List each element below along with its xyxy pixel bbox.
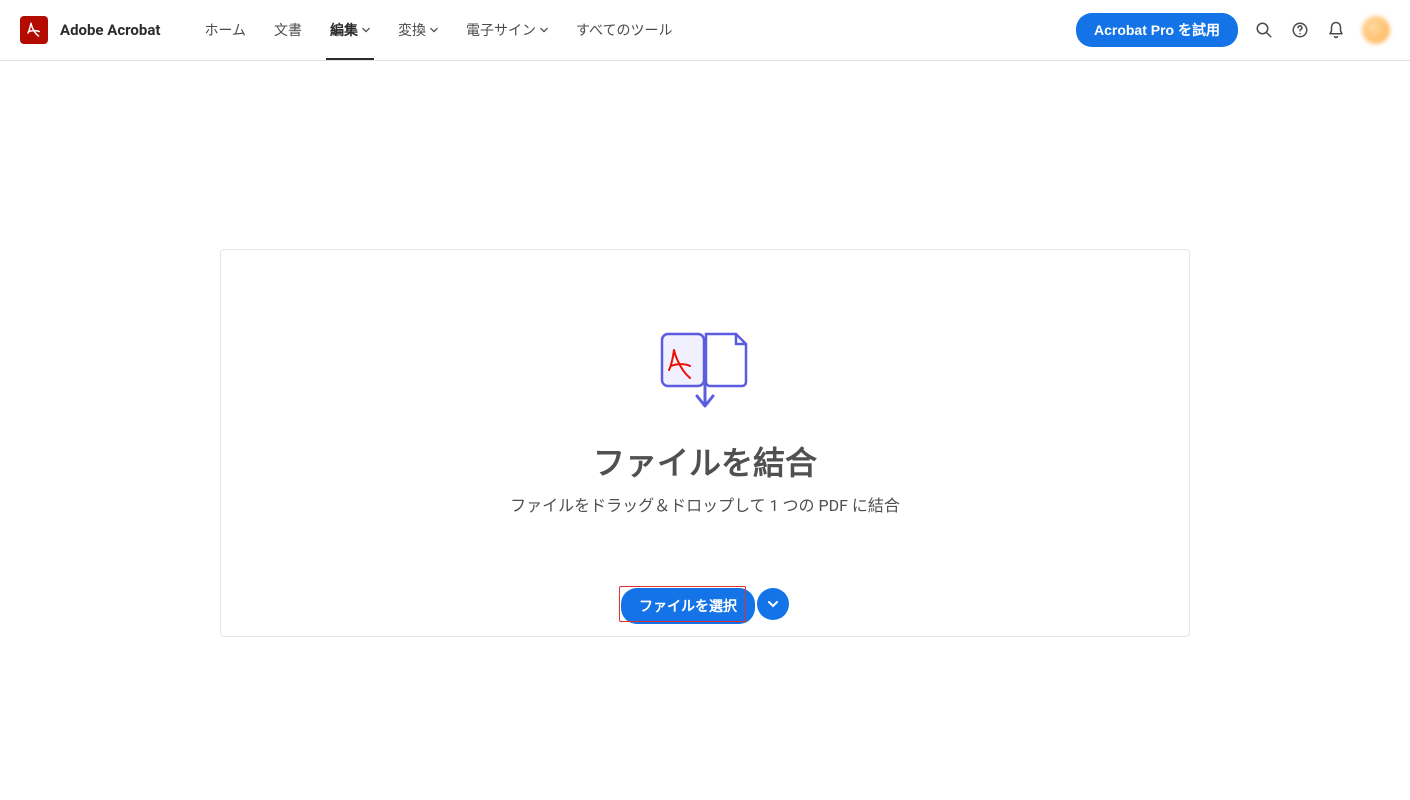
nav-label: 電子サイン — [466, 20, 536, 40]
notifications-icon[interactable] — [1326, 20, 1346, 40]
brand-name: Adobe Acrobat — [60, 21, 160, 39]
select-files-button[interactable]: ファイルを選択 — [621, 588, 755, 624]
nav-esign[interactable]: 電子サイン — [454, 0, 560, 60]
app-header: Adobe Acrobat ホーム 文書 編集 変換 電子サイン すべてのツール… — [0, 0, 1410, 61]
nav-home[interactable]: ホーム — [192, 0, 258, 60]
brand[interactable]: Adobe Acrobat — [20, 16, 160, 44]
nav-convert[interactable]: 変換 — [386, 0, 450, 60]
chevron-down-icon — [768, 599, 778, 609]
acrobat-logo-icon — [20, 16, 48, 44]
chevron-down-icon — [430, 26, 438, 34]
nav-label: すべてのツール — [576, 20, 672, 40]
nav-edit[interactable]: 編集 — [318, 0, 382, 60]
try-pro-button[interactable]: Acrobat Pro を試用 — [1076, 13, 1238, 47]
nav-documents[interactable]: 文書 — [262, 0, 314, 60]
combine-files-dropzone[interactable]: ファイルを結合 ファイルをドラッグ＆ドロップして 1 つの PDF に結合 ファ… — [220, 249, 1190, 637]
avatar[interactable] — [1362, 16, 1390, 44]
header-right: Acrobat Pro を試用 — [1076, 13, 1390, 47]
nav-label: 変換 — [398, 20, 426, 40]
chevron-down-icon — [540, 26, 548, 34]
nav-label: ホーム — [204, 20, 246, 40]
dropzone-title: ファイルを結合 — [593, 438, 817, 484]
main-content: ファイルを結合 ファイルをドラッグ＆ドロップして 1 つの PDF に結合 ファ… — [0, 61, 1410, 637]
select-files-dropdown-button[interactable] — [757, 588, 789, 620]
file-select-group: ファイルを選択 — [621, 588, 789, 624]
dropzone-subtitle: ファイルをドラッグ＆ドロップして 1 つの PDF に結合 — [510, 492, 900, 516]
nav-label: 文書 — [274, 20, 302, 40]
nav-label: 編集 — [330, 20, 358, 40]
help-icon[interactable] — [1290, 20, 1310, 40]
merge-files-icon — [660, 332, 750, 414]
search-icon[interactable] — [1254, 20, 1274, 40]
chevron-down-icon — [362, 26, 370, 34]
main-nav: ホーム 文書 編集 変換 電子サイン すべてのツール — [192, 0, 684, 60]
nav-all-tools[interactable]: すべてのツール — [564, 0, 684, 60]
